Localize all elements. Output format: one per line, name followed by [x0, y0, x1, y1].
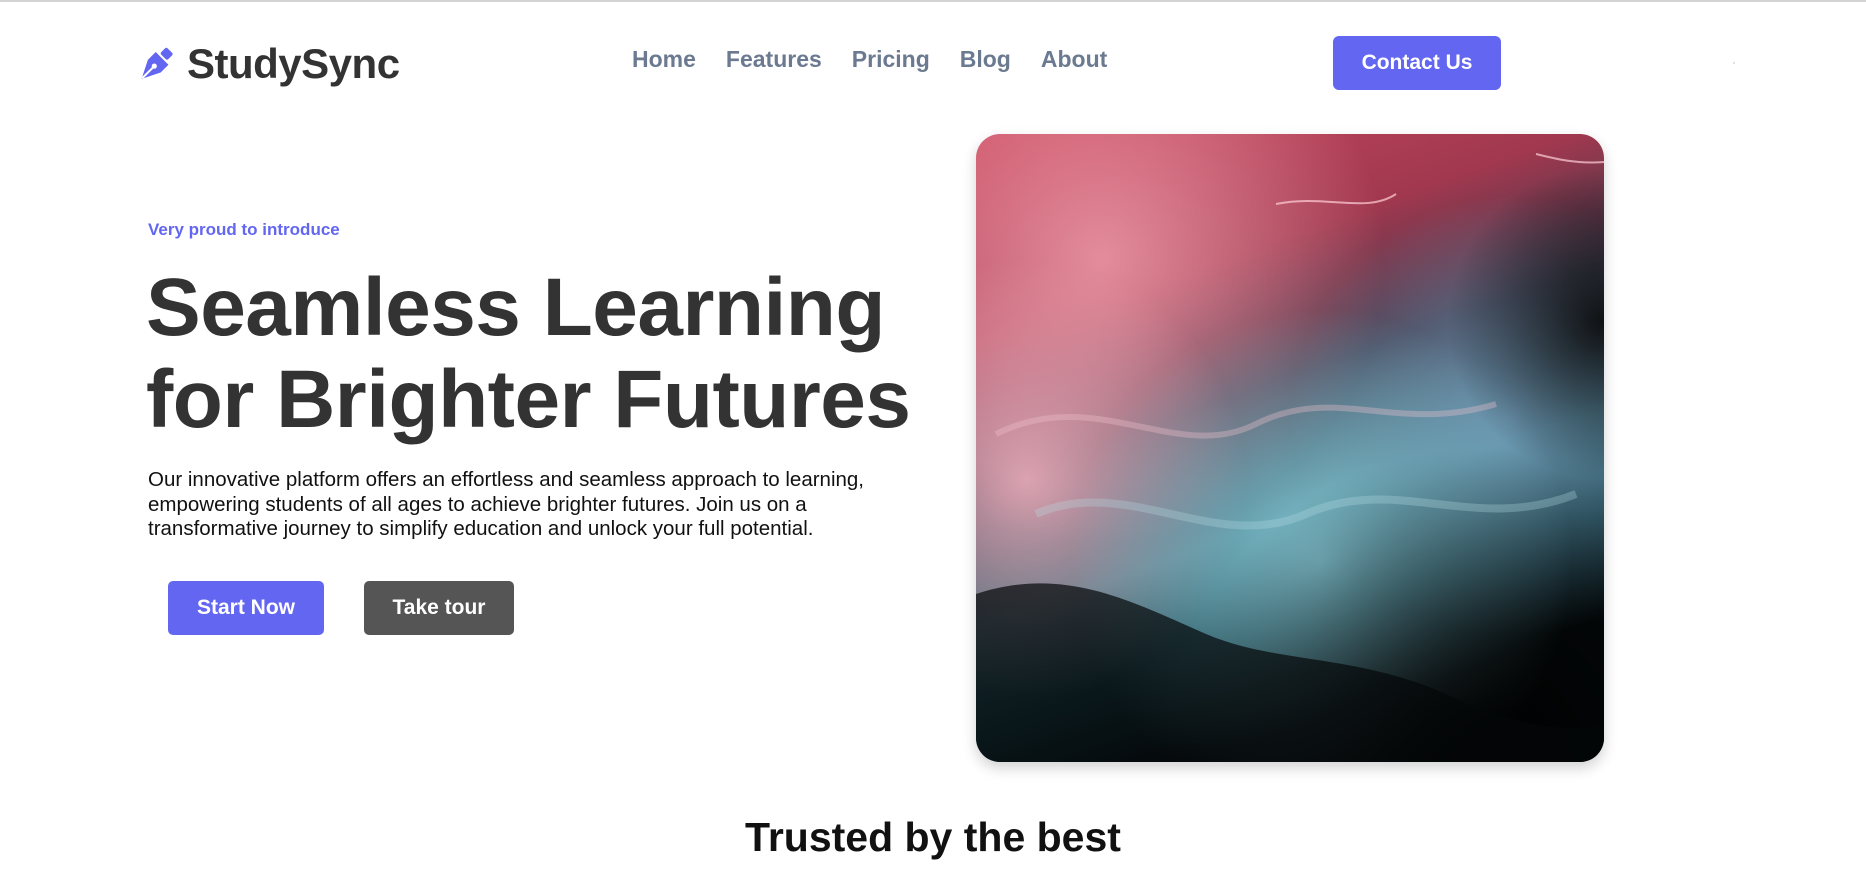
hero-title-line-2: for Brighter Futures: [146, 354, 911, 445]
hero-title: Seamless Learning for Brighter Futures: [146, 262, 946, 446]
nav-features[interactable]: Features: [726, 46, 822, 73]
nav-about[interactable]: About: [1041, 46, 1107, 73]
hero-title-line-1: Seamless Learning: [146, 262, 885, 353]
hero-description: Our innovative platform offers an effort…: [148, 468, 864, 540]
take-tour-button[interactable]: Take tour: [364, 581, 514, 635]
nav-blog[interactable]: Blog: [960, 46, 1011, 73]
nav-home[interactable]: Home: [632, 46, 696, 73]
nav-pricing[interactable]: Pricing: [852, 46, 930, 73]
decorative-dot: [1733, 62, 1735, 64]
brand-logo-link[interactable]: StudySync: [133, 40, 400, 88]
start-now-button[interactable]: Start Now: [168, 581, 324, 635]
pen-nib-icon: [141, 47, 173, 79]
navbar: StudySync Home Features Pricing Blog Abo…: [0, 0, 1866, 120]
hero-image: [976, 134, 1604, 762]
hero-eyebrow: Very proud to introduce: [148, 220, 340, 239]
main-nav: Home Features Pricing Blog About: [632, 46, 1137, 73]
brand-name: StudySync: [187, 40, 400, 87]
trusted-heading: Trusted by the best: [745, 814, 1121, 860]
contact-us-button[interactable]: Contact Us: [1333, 36, 1501, 90]
abstract-ink-artwork: [976, 134, 1604, 762]
